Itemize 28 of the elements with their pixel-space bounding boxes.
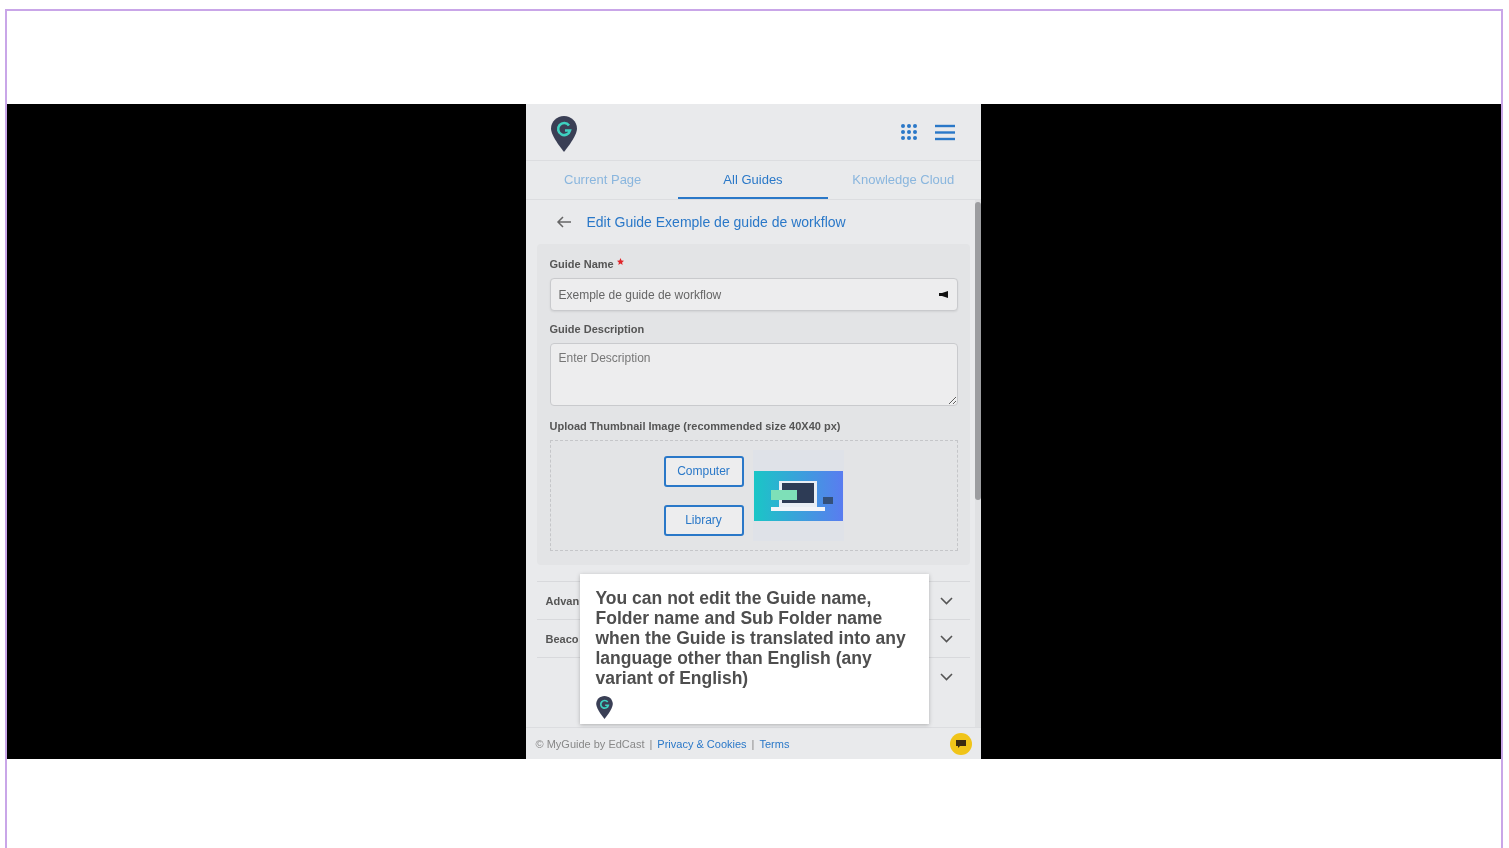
separator: | — [649, 737, 653, 750]
page-title: Edit Guide Exemple de guide de workflow — [586, 214, 846, 230]
tab[interactable]: All Guides — [677, 161, 829, 199]
chat-bubble-icon[interactable] — [949, 732, 972, 755]
tooltip-text: You can not edit the Guide name, Folder name and Sub Folder name when the Guide is translated into any language other than English (any variant of English) — [595, 588, 907, 688]
location-pin-logo-icon — [550, 116, 577, 152]
footer-link[interactable]: Terms — [759, 737, 790, 750]
field-label: Guide Name — [549, 258, 614, 270]
footer-link[interactable]: Privacy & Cookies — [657, 737, 747, 750]
chevron-icon[interactable] — [939, 596, 953, 605]
apps-grid-icon[interactable] — [899, 123, 918, 141]
chevron-icon[interactable] — [939, 634, 953, 643]
scrollbar[interactable] — [974, 200, 981, 727]
menu-icon[interactable] — [934, 123, 955, 141]
field-label: Guide Description — [549, 323, 645, 335]
chevron-icon[interactable] — [939, 672, 953, 681]
description-field[interactable]: Enter Description — [549, 343, 958, 406]
upload-button[interactable]: Computer — [663, 455, 744, 487]
field-label: Upload Thumbnail Image (recommended size 40X40 px) — [549, 420, 841, 432]
copyright-text: © MyGuide by EdCast — [535, 737, 645, 750]
guide-name-field[interactable]: Exemple de guide de workflow — [549, 278, 958, 311]
megaphone-icon — [938, 291, 948, 298]
location-pin-logo-icon — [595, 696, 613, 719]
upload-button[interactable]: Library — [663, 504, 744, 536]
back-arrow-icon[interactable] — [555, 216, 572, 228]
separator: | — [751, 737, 755, 750]
accordion-label[interactable]: Advan — [545, 594, 580, 607]
accordion-label[interactable]: Beaco — [545, 632, 579, 645]
